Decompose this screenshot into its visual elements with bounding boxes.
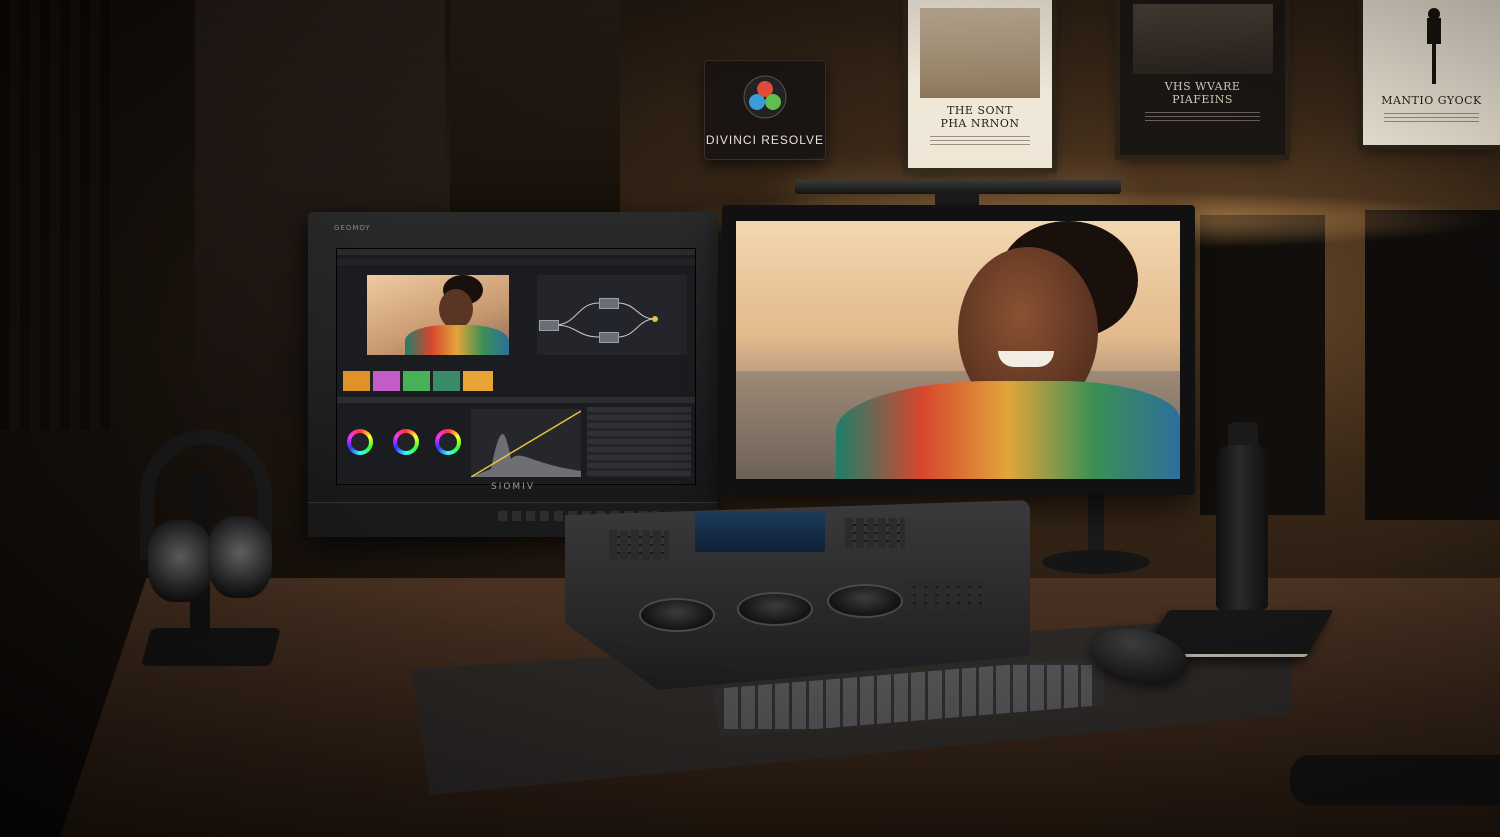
poster-title-line: PHA NRNON xyxy=(940,117,1020,130)
ui-node xyxy=(599,332,619,343)
davinci-resolve-sign: DIVINCI RESOLVE xyxy=(704,60,826,160)
person-face xyxy=(439,289,473,329)
poster-fine-print xyxy=(929,136,1031,148)
monitor-light-bar xyxy=(795,180,1121,194)
headphones-earcup xyxy=(208,516,272,598)
ui-top-bar xyxy=(337,249,695,255)
ui-palette-bar xyxy=(337,397,695,403)
studio-scene: DIVINCI RESOLVE THE SONT PHA NRNON VHS W… xyxy=(0,0,1500,837)
ui-viewer-image xyxy=(367,275,509,355)
framed-poster: VHS WVARE PIAFEINS xyxy=(1120,0,1285,155)
water-bottle xyxy=(1216,445,1268,610)
color-wheel-icon xyxy=(393,429,419,455)
poster-title-line: VHS WVARE xyxy=(1164,80,1241,93)
poster-title-line: THE SONT xyxy=(947,104,1013,117)
color-wheel-icon xyxy=(435,429,461,455)
davinci-resolve-logo-icon xyxy=(743,75,787,119)
framed-poster: THE SONT PHA NRNON xyxy=(908,0,1052,168)
ui-node-graph xyxy=(537,275,687,355)
client-monitor xyxy=(722,205,1195,495)
color-grading-control-panel xyxy=(565,500,1030,690)
panel-keypad xyxy=(609,530,669,560)
reference-monitor: GEOMOY SIOMIV xyxy=(308,212,718,537)
chair-armrest xyxy=(1290,755,1500,805)
person-smile xyxy=(998,351,1054,367)
monitor-brand-label: SIOMIV xyxy=(490,482,536,492)
color-wheel-icon xyxy=(347,429,373,455)
ui-side-panel xyxy=(587,407,691,477)
poster-fine-print xyxy=(1144,112,1261,124)
node-connections xyxy=(554,302,658,338)
poster-artwork xyxy=(1132,4,1273,74)
film-camera-icon xyxy=(1426,8,1441,84)
trackball-icon xyxy=(827,584,903,618)
wall-panel xyxy=(450,0,620,225)
trackball-icon xyxy=(639,598,715,632)
panel-keypad xyxy=(905,580,985,610)
headphones-earcup xyxy=(148,520,212,602)
ui-curves-graph xyxy=(471,409,581,477)
monitor-stand-neck xyxy=(1088,495,1104,555)
person-striped-shawl xyxy=(836,381,1180,479)
acoustic-panel-right xyxy=(1365,210,1500,520)
poster-artwork xyxy=(920,8,1040,98)
poster-artwork xyxy=(1376,8,1487,88)
monitor-top-label: GEOMOY xyxy=(334,224,371,232)
poster-fine-print xyxy=(1383,113,1480,125)
panel-keypad xyxy=(845,518,905,548)
poster-title-line: PIAFEINS xyxy=(1172,93,1233,106)
acoustic-panel-left xyxy=(0,0,110,430)
ui-clip-thumbnails xyxy=(343,371,493,391)
poster-title: MANTIO GYOCK xyxy=(1381,94,1482,107)
person-shawl xyxy=(405,325,509,355)
monitor-stand-base xyxy=(1042,550,1150,574)
headphone-stand-base xyxy=(140,628,282,666)
ui-node xyxy=(539,320,559,331)
panel-lcd-display xyxy=(695,512,825,552)
client-monitor-image xyxy=(736,221,1180,479)
ui-node xyxy=(599,298,619,309)
resolve-color-page-screen xyxy=(336,248,696,485)
curve-icon xyxy=(471,410,581,477)
sign-text: DIVINCI RESOLVE xyxy=(705,133,825,147)
framed-poster: MANTIO GYOCK xyxy=(1363,0,1500,145)
ui-toolbar xyxy=(337,259,695,265)
trackball-icon xyxy=(737,592,813,626)
